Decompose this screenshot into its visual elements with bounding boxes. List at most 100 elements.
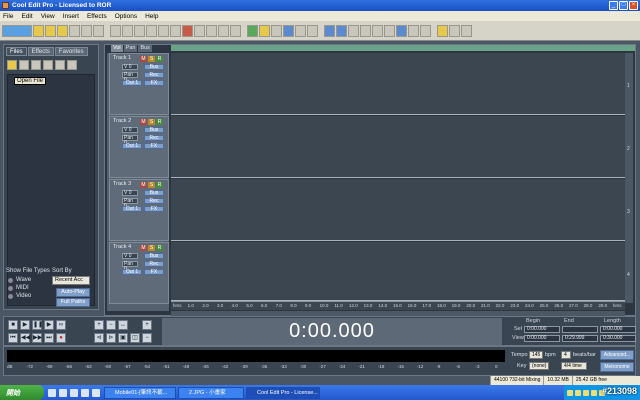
minimize-button[interactable]: _: [609, 1, 618, 10]
lock-icon[interactable]: [348, 24, 359, 37]
help-icon[interactable]: [461, 24, 472, 37]
loop-icon[interactable]: [307, 24, 318, 37]
rec-button[interactable]: Rec: [144, 198, 164, 204]
open-folder-icon[interactable]: [45, 24, 56, 37]
sort-select[interactable]: Recent Acc: [52, 276, 90, 285]
track-lane-3[interactable]: [171, 179, 625, 241]
rec-button[interactable]: Rec: [144, 72, 164, 78]
track-name[interactable]: Track 1: [113, 55, 131, 61]
volume-field[interactable]: V 0: [122, 127, 138, 133]
beats-field[interactable]: 4: [561, 351, 571, 359]
record-arm-button[interactable]: R: [156, 119, 163, 125]
select-all-icon[interactable]: [206, 24, 217, 37]
rewind-icon[interactable]: ◀◀: [20, 333, 30, 343]
undo-icon[interactable]: [110, 24, 121, 37]
batch-icon[interactable]: [437, 24, 448, 37]
full-paths-button[interactable]: Full Paths: [56, 298, 90, 307]
solo-button[interactable]: S: [148, 245, 155, 251]
move-icon[interactable]: [271, 24, 282, 37]
rec-button[interactable]: Rec: [144, 261, 164, 267]
media-icon[interactable]: [70, 388, 78, 397]
mute-button[interactable]: M: [140, 245, 147, 251]
taskbar-item[interactable]: 2.JPG - 小畫家: [178, 386, 244, 399]
volume-field[interactable]: V 0: [122, 190, 138, 196]
view-end-field[interactable]: 0:29.999: [562, 335, 598, 342]
menu-file[interactable]: File: [3, 13, 13, 20]
trim-icon[interactable]: [194, 24, 205, 37]
record-arm-button[interactable]: R: [156, 245, 163, 251]
pan-field[interactable]: Pan 0: [122, 198, 138, 209]
tab-files[interactable]: Files: [6, 47, 27, 56]
zoom-sel-icon[interactable]: ◫: [130, 333, 140, 343]
pan-field[interactable]: Pan 0: [122, 261, 138, 272]
advanced-button[interactable]: Advanced...: [600, 350, 634, 360]
time-select-icon[interactable]: [295, 24, 306, 37]
zoom-full-icon[interactable]: ↔: [118, 320, 128, 330]
track-name[interactable]: Track 3: [113, 181, 131, 187]
mixdown-icon[interactable]: [247, 24, 258, 37]
waveform-icon[interactable]: [218, 24, 229, 37]
settings-icon[interactable]: [449, 24, 460, 37]
record-arm-button[interactable]: R: [156, 56, 163, 62]
close-file-icon[interactable]: [81, 24, 92, 37]
fx-button[interactable]: FX: [144, 269, 164, 275]
tab-pan[interactable]: Pan: [123, 45, 138, 52]
bus-button[interactable]: Bus: [144, 64, 164, 70]
tray-icon[interactable]: [591, 389, 597, 396]
solo-button[interactable]: S: [148, 119, 155, 125]
bus-button[interactable]: Bus: [144, 253, 164, 259]
solo-button[interactable]: S: [148, 56, 155, 62]
spectral-icon[interactable]: [230, 24, 241, 37]
time-ruler[interactable]: hms 1.0 2.0 3.0 4.0 5.0 6.0 7.0 8.0 9.0 10.0 11.0 12…: [171, 301, 625, 310]
pan-field[interactable]: Pan 0: [122, 135, 138, 146]
fx-icon[interactable]: [420, 24, 431, 37]
metronome-button[interactable]: Metronome: [600, 362, 634, 372]
solo-button[interactable]: S: [148, 182, 155, 188]
zoom-left-icon[interactable]: ⊲: [94, 333, 104, 343]
hybrid-tool-icon[interactable]: [283, 24, 294, 37]
filter-midi[interactable]: MIDI: [8, 285, 29, 291]
track-lane-4[interactable]: [171, 242, 625, 301]
tab-favorites[interactable]: Favorites: [54, 47, 88, 56]
crossfade-icon[interactable]: [396, 24, 407, 37]
open-file-icon[interactable]: [7, 60, 17, 70]
cut-icon[interactable]: [134, 24, 145, 37]
taskbar-item-active[interactable]: Cool Edit Pro - License...: [246, 386, 320, 399]
ie-icon[interactable]: [48, 388, 56, 397]
loop-play-icon[interactable]: ∞: [56, 320, 66, 330]
redo-icon[interactable]: [122, 24, 133, 37]
track-properties-icon[interactable]: [324, 24, 335, 37]
snap-icon[interactable]: [372, 24, 383, 37]
save-all-icon[interactable]: [69, 24, 80, 37]
mute-button[interactable]: M: [140, 119, 147, 125]
stop-icon[interactable]: ■: [8, 320, 18, 330]
start-button[interactable]: 開始: [0, 385, 44, 400]
auto-play-button[interactable]: Auto-Play: [56, 288, 90, 297]
zoom-vertical-out-icon[interactable]: −: [142, 333, 152, 343]
new-file-icon[interactable]: [33, 24, 44, 37]
zoom-vertical-in-icon[interactable]: +: [142, 320, 152, 330]
split-icon[interactable]: [384, 24, 395, 37]
sel-begin-field[interactable]: 0:00.000: [524, 326, 560, 333]
tab-effects[interactable]: Effects: [27, 47, 54, 56]
zoom-out-icon[interactable]: −: [106, 320, 116, 330]
output-button[interactable]: Out 1: [122, 143, 142, 149]
fx-button[interactable]: FX: [144, 206, 164, 212]
menu-insert[interactable]: Insert: [63, 13, 79, 20]
pencil-icon[interactable]: [259, 24, 270, 37]
output-button[interactable]: Out 1: [122, 206, 142, 212]
play-file-icon[interactable]: [67, 60, 77, 70]
menu-view[interactable]: View: [41, 13, 55, 20]
mute-button[interactable]: M: [140, 182, 147, 188]
maximize-button[interactable]: □: [619, 1, 628, 10]
save-icon[interactable]: [57, 24, 68, 37]
menu-options[interactable]: Options: [115, 13, 137, 20]
volume-field[interactable]: V 0: [122, 64, 138, 70]
close-file-icon[interactable]: [31, 60, 41, 70]
record-icon[interactable]: ●: [56, 333, 66, 343]
menu-effects[interactable]: Effects: [87, 13, 107, 20]
track-lane-2[interactable]: [171, 116, 625, 178]
go-to-start-icon[interactable]: ⏮: [8, 333, 18, 343]
record-arm-button[interactable]: R: [156, 182, 163, 188]
filter-video[interactable]: Video: [8, 293, 31, 299]
